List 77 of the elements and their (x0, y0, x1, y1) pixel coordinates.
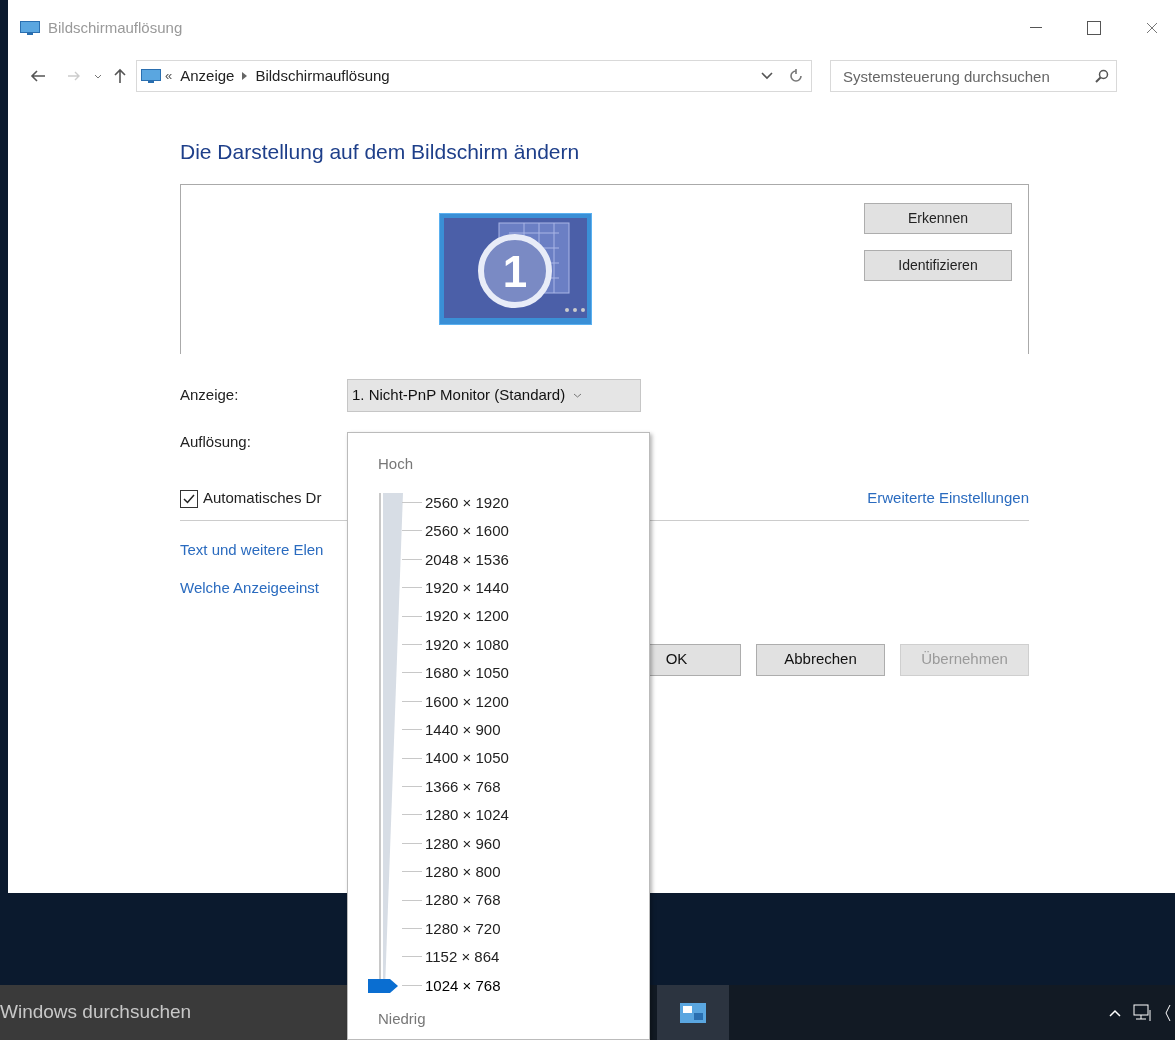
resolution-option[interactable]: 1280 × 1024 (425, 804, 509, 827)
taskbar-app-button[interactable] (657, 985, 729, 1040)
monitor-icon (20, 21, 40, 35)
resolution-option[interactable]: 1152 × 864 (425, 946, 500, 969)
resolution-option[interactable]: 1440 × 900 (425, 718, 501, 742)
monitor-icon (141, 69, 161, 83)
slider-tick (402, 757, 422, 760)
resolution-option[interactable]: 1280 × 800 (425, 860, 501, 884)
maximize-icon (1087, 21, 1101, 35)
resolution-option[interactable]: 1920 × 1440 (425, 576, 509, 600)
search-field[interactable]: Systemsteuerung durchsuchen (830, 60, 1117, 92)
slider-high-label: Hoch (378, 454, 414, 474)
close-icon (1146, 22, 1158, 34)
slider-tick (402, 871, 422, 874)
breadcrumb-item[interactable]: Bildschirmauflösung (255, 64, 390, 88)
resolution-option[interactable]: 1920 × 1080 (425, 633, 509, 657)
checkbox-label[interactable]: Automatisches Dr (203, 487, 322, 510)
resolution-option[interactable]: 1280 × 960 (425, 832, 501, 856)
network-icon[interactable] (1133, 1003, 1153, 1022)
taskbar-search-field[interactable]: Windows durchsuchen (0, 985, 347, 1040)
resolution-option[interactable]: 2560 × 1920 (425, 491, 509, 515)
back-arrow-icon (30, 69, 46, 83)
slider-tick (402, 644, 422, 646)
up-arrow-icon (113, 68, 127, 84)
display-app-icon (680, 1002, 706, 1023)
preview-button[interactable]: Erkennen (864, 202, 1012, 234)
slider-tick (402, 558, 422, 561)
slider-tick (402, 814, 422, 817)
resolution-option[interactable]: 1280 × 720 (425, 917, 501, 941)
chevron-down-icon (761, 72, 773, 80)
slider-tick (402, 786, 422, 788)
advanced-settings-link[interactable]: Erweiterte Einstellungen (867, 487, 1029, 510)
resolution-option[interactable]: 1920 × 1200 (425, 605, 509, 628)
resolution-option[interactable]: 1280 × 768 (425, 889, 501, 912)
resolution-option[interactable]: 1366 × 768 (425, 775, 501, 799)
slider-tick (402, 615, 422, 618)
search-icon[interactable] (1095, 69, 1109, 83)
slider-tick (402, 700, 422, 703)
forward-arrow-icon (67, 70, 81, 82)
overflow-chevron[interactable]: « (165, 66, 173, 86)
slider-tick (402, 587, 422, 590)
refresh-icon[interactable] (789, 69, 803, 83)
minimize-icon (1030, 27, 1042, 29)
slider-tick (402, 928, 422, 930)
help-link[interactable]: Welche Anzeigeeinst (180, 577, 319, 600)
slider-tick (402, 502, 422, 504)
resolution-option[interactable]: 2048 × 1536 (425, 548, 509, 572)
slider-tick (402, 729, 422, 732)
slider-thumb[interactable] (368, 978, 398, 993)
resolution-option[interactable]: 2560 × 1600 (425, 520, 509, 543)
resolution-option[interactable]: 1024 × 768 (425, 974, 501, 998)
resolution-option[interactable]: 1400 × 1050 (425, 747, 509, 770)
resolution-option[interactable]: 1600 × 1200 (425, 690, 509, 714)
page-heading: Die Darstellung auf dem Bildschirm ändern (180, 139, 581, 165)
chevron-up-icon[interactable] (1109, 1008, 1121, 1017)
slider-tick (402, 672, 422, 675)
slider-tick (402, 984, 422, 987)
help-link[interactable]: Text und weitere Elen (180, 538, 324, 561)
slider-tick (402, 842, 422, 845)
resolution-option[interactable]: 1680 × 1050 (425, 662, 509, 685)
chevron-down-icon (94, 73, 102, 79)
display-dropdown[interactable]: 1. Nicht-PnP Monitor (Standard) (347, 378, 641, 412)
dialog-button[interactable]: Abbrechen (756, 643, 885, 676)
address-bar[interactable]: « Anzeige Bildschirmauflösung (136, 60, 812, 92)
checkbox[interactable] (180, 489, 198, 508)
field-label: Auflösung: (180, 432, 251, 453)
preview-button[interactable]: Identifizieren (864, 249, 1012, 281)
slider-tick (402, 530, 422, 533)
window-title: Bildschirmauflösung (48, 17, 183, 38)
chevron-down-icon (573, 392, 583, 398)
breadcrumb-item[interactable]: Anzeige (180, 64, 235, 88)
checkmark-icon (183, 493, 195, 504)
field-label: Anzeige: (180, 384, 240, 405)
slider-tick (402, 899, 422, 902)
breadcrumb-separator-icon (242, 72, 248, 80)
slider-low-label: Niedrig (378, 1009, 426, 1029)
slider-tick (402, 956, 422, 959)
